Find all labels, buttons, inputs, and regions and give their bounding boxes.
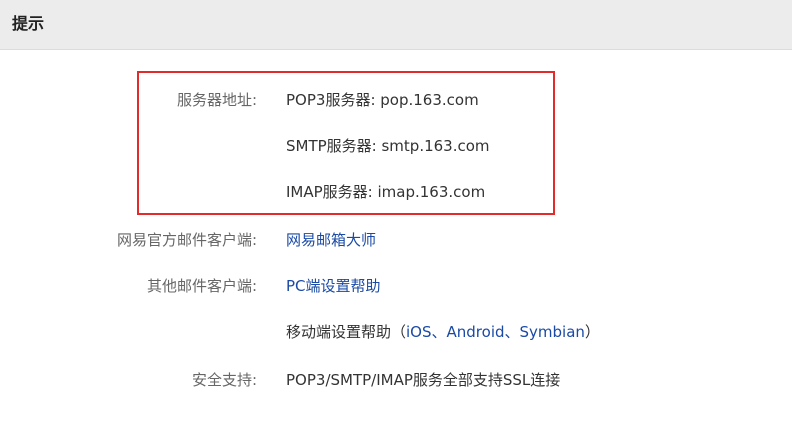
mobile-setup-prefix: 移动端设置帮助（ bbox=[286, 323, 407, 341]
mobile-platforms-link[interactable]: iOS、Android、Symbian bbox=[406, 323, 585, 341]
security-support-label: 安全支持: bbox=[191, 371, 257, 389]
official-client-label: 网易官方邮件客户端: bbox=[116, 231, 257, 249]
panel-title: 提示 bbox=[12, 14, 45, 33]
imap-server-value: IMAP服务器: imap.163.com bbox=[286, 183, 486, 201]
mail-master-link[interactable]: 网易邮箱大师 bbox=[286, 230, 376, 250]
mobile-setup-suffix: ） bbox=[584, 323, 600, 341]
panel-header: 提示 bbox=[0, 0, 792, 50]
mobile-setup-help: 移动端设置帮助（iOS、Android、Symbian） bbox=[286, 322, 600, 342]
other-clients-label: 其他邮件客户端: bbox=[146, 277, 257, 295]
smtp-server-value: SMTP服务器: smtp.163.com bbox=[286, 137, 490, 155]
server-address-label: 服务器地址: bbox=[176, 91, 257, 109]
security-support-value: POP3/SMTP/IMAP服务全部支持SSL连接 bbox=[286, 371, 561, 389]
pc-setup-help-link[interactable]: PC端设置帮助 bbox=[286, 276, 381, 296]
pop3-server-value: POP3服务器: pop.163.com bbox=[286, 91, 479, 109]
